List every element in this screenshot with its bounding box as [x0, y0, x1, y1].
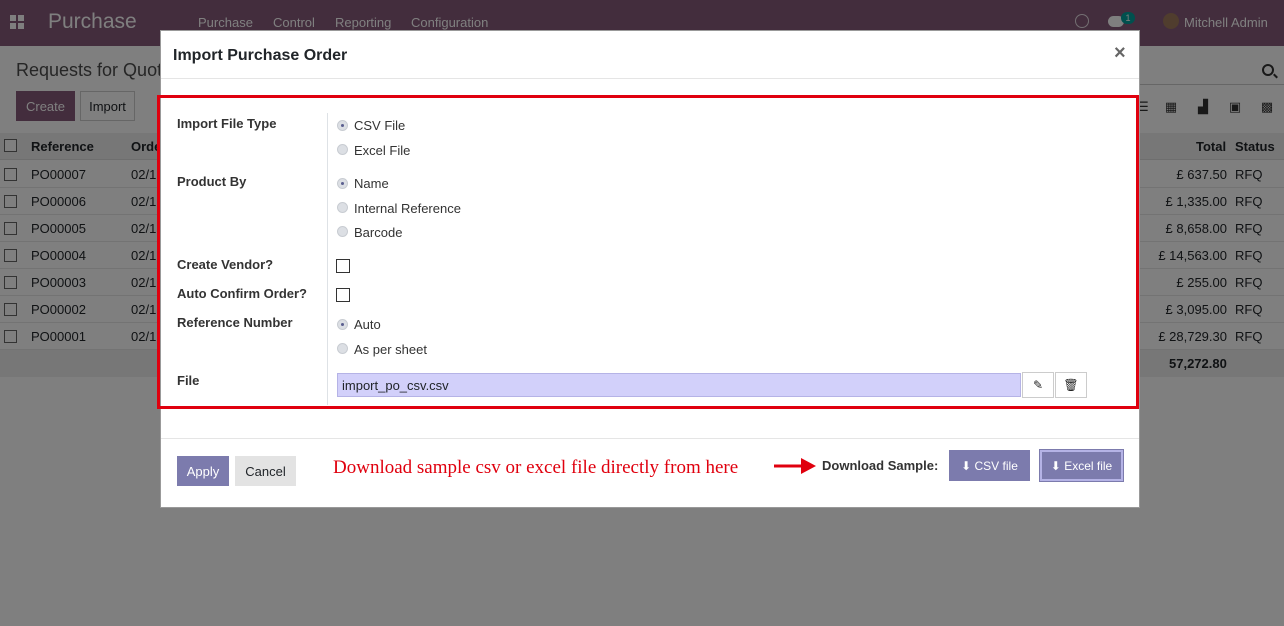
radio-csv-file[interactable] — [337, 120, 348, 131]
form-divider — [327, 113, 328, 405]
download-csv-label: CSV file — [974, 458, 1018, 473]
radio-barcode-label[interactable]: Barcode — [354, 225, 402, 240]
auto-confirm-label: Auto Confirm Order? — [177, 286, 307, 301]
edit-file-button[interactable]: ✎ — [1022, 372, 1054, 398]
radio-reference-sheet[interactable] — [337, 343, 348, 354]
download-excel-button[interactable]: ⬇ Excel file — [1040, 450, 1123, 481]
import-file-type-label: Import File Type — [177, 116, 277, 131]
reference-number-label: Reference Number — [177, 315, 293, 330]
download-hint-annotation: Download sample csv or excel file direct… — [333, 457, 739, 478]
delete-file-button[interactable]: 🗑 — [1055, 372, 1087, 398]
radio-excel-file[interactable] — [337, 144, 348, 155]
radio-product-name[interactable] — [337, 178, 348, 189]
download-sample-label: Download Sample: — [822, 458, 939, 473]
radio-internal-reference-label[interactable]: Internal Reference — [354, 201, 461, 216]
create-vendor-checkbox[interactable] — [336, 259, 350, 273]
radio-excel-file-label[interactable]: Excel File — [354, 143, 410, 158]
download-excel-label: Excel file — [1064, 458, 1113, 473]
create-vendor-label: Create Vendor? — [177, 257, 274, 272]
radio-reference-auto-label[interactable]: Auto — [354, 317, 381, 332]
radio-barcode[interactable] — [337, 226, 348, 237]
apply-button[interactable]: Apply — [177, 456, 229, 486]
cancel-button[interactable]: Cancel — [235, 456, 296, 486]
product-by-label: Product By — [177, 174, 247, 189]
file-name-field[interactable]: import_po_csv.csv — [337, 373, 1021, 397]
radio-internal-reference[interactable] — [337, 202, 348, 213]
pencil-icon: ✎ — [1032, 378, 1044, 392]
file-label: File — [177, 373, 200, 388]
highlight-box — [157, 95, 1139, 409]
auto-confirm-checkbox[interactable] — [336, 288, 350, 302]
radio-product-name-label[interactable]: Name — [354, 176, 389, 191]
download-csv-button[interactable]: ⬇ CSV file — [949, 450, 1030, 481]
download-icon: ⬇ — [1050, 458, 1061, 473]
arrow-right-icon — [774, 458, 816, 474]
dialog-footer: Apply Cancel Download sample csv or exce… — [161, 438, 1139, 508]
dialog-title: Import Purchase Order — [173, 47, 348, 64]
dialog-header: Import Purchase Order × — [161, 31, 1139, 79]
radio-csv-file-label[interactable]: CSV File — [354, 118, 405, 133]
radio-reference-sheet-label[interactable]: As per sheet — [354, 342, 427, 357]
download-icon: ⬇ — [961, 458, 972, 473]
trash-icon: 🗑 — [1063, 378, 1079, 392]
import-dialog: Import Purchase Order × Import File Type… — [157, 30, 1140, 508]
close-icon[interactable]: × — [1114, 42, 1126, 65]
radio-reference-auto[interactable] — [337, 319, 348, 330]
